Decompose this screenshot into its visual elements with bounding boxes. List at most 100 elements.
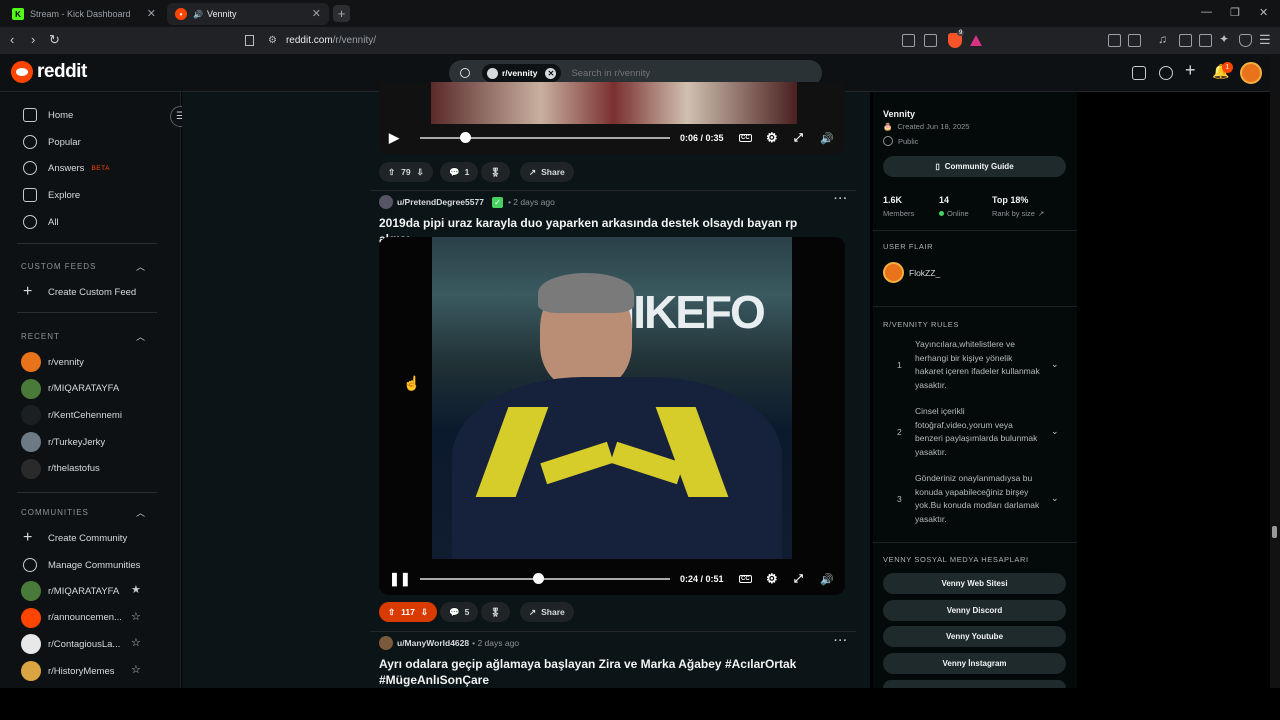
manage-communities-button[interactable]: Manage Communities <box>23 556 140 574</box>
leo-ai-icon[interactable]: ✦ <box>1219 32 1229 46</box>
post2-video[interactable]: NIKEFO ❚❚ 0:24 / 0:51 CC ⚙ ⤢ 🔊 <box>379 237 845 595</box>
sidebar-community-item[interactable]: r/announcemen... <box>21 607 122 628</box>
search-community-chip[interactable]: r/vennity ✕ <box>482 64 562 82</box>
external-link-icon[interactable]: ↗ <box>1038 209 1044 218</box>
bookmark-icon[interactable] <box>245 35 254 46</box>
sidebar-recent-item[interactable]: r/thelastofus <box>21 458 100 479</box>
star-filled-icon[interactable]: ★ <box>131 583 141 596</box>
user-avatar[interactable] <box>1240 62 1262 84</box>
post1-vote-button[interactable]: ⇧ 79 ⇩ <box>379 162 433 182</box>
communities-heading[interactable]: COMMUNITIES <box>21 508 89 517</box>
music-icon[interactable]: ♫ <box>1158 32 1167 46</box>
fullscreen-icon[interactable]: ⤢ <box>794 132 803 145</box>
back-icon[interactable]: ‹ <box>10 32 14 47</box>
star-outline-icon[interactable]: ☆ <box>131 663 141 676</box>
create-post-icon[interactable]: + <box>1185 60 1196 81</box>
reddit-logo[interactable]: reddit <box>11 61 87 83</box>
close-window-icon[interactable]: ✕ <box>1259 6 1268 19</box>
sidebar-community-item[interactable]: r/ContagiousLa... <box>21 634 120 655</box>
social-link-button[interactable]: Venny Web Sitesi <box>883 573 1066 594</box>
post2-seek-track[interactable] <box>420 578 670 580</box>
settings-gear-icon[interactable]: ⚙ <box>766 130 778 146</box>
cast-icon[interactable] <box>902 34 915 47</box>
upvote-icon[interactable]: ⇧ <box>388 607 395 618</box>
extensions-icon[interactable] <box>1108 34 1121 47</box>
close-icon[interactable]: ✕ <box>147 7 156 20</box>
community-guide-button[interactable]: ▯ Community Guide <box>883 156 1066 177</box>
post3-author[interactable]: u/ManyWorld4628 <box>397 638 469 648</box>
clear-chip-icon[interactable]: ✕ <box>545 67 557 79</box>
vpn-icon[interactable] <box>1239 34 1252 47</box>
sidebar-item-home[interactable]: Home <box>23 106 73 124</box>
post1-award-button[interactable]: 🎖 <box>481 162 510 182</box>
scrollbar-thumb[interactable] <box>1272 526 1277 538</box>
upvote-icon[interactable]: ⇧ <box>388 167 395 178</box>
chevron-down-icon[interactable]: ⌄ <box>1051 358 1059 372</box>
post2-share-button[interactable]: ↗ Share <box>520 602 574 622</box>
page-scrollbar[interactable] <box>1270 54 1280 688</box>
pause-icon[interactable]: ❚❚ <box>389 571 411 587</box>
volume-icon[interactable]: 🔊 <box>820 573 834 586</box>
chevron-up-icon[interactable]: ︿ <box>136 506 145 519</box>
sidebar-item-answers[interactable]: Answers BETA <box>23 159 110 177</box>
menu-icon[interactable]: ☰ <box>1259 32 1271 48</box>
sidebar-recent-item[interactable]: r/TurkeyJerky <box>21 432 105 453</box>
share-icon[interactable] <box>924 34 937 47</box>
chevron-down-icon[interactable]: ⌄ <box>1051 492 1059 506</box>
tab-vennity[interactable]: • 🔊 Vennity ✕ <box>167 3 329 25</box>
star-outline-icon[interactable]: ☆ <box>131 636 141 649</box>
post1-comments-button[interactable]: 💬 1 <box>440 162 479 182</box>
social-link-partial[interactable] <box>883 680 1066 688</box>
sidebar-recent-item[interactable]: r/vennity <box>21 352 84 372</box>
custom-feeds-heading[interactable]: CUSTOM FEEDS <box>21 262 96 271</box>
settings-gear-icon[interactable]: ⚙ <box>766 571 778 587</box>
post2-award-button[interactable]: 🎖 <box>481 602 510 622</box>
post2-vote-button[interactable]: ⇧ 117 ⇩ <box>379 602 437 622</box>
post1-seek-track[interactable] <box>420 137 670 139</box>
play-icon[interactable]: ▶ <box>389 130 399 146</box>
post1-seek-thumb[interactable] <box>460 132 471 143</box>
post1-video[interactable]: ▶ 0:06 / 0:35 CC ⚙ ⤢ 🔊 <box>379 82 845 154</box>
fullscreen-icon[interactable]: ⤢ <box>794 573 803 586</box>
social-link-button[interactable]: Venny Discord <box>883 599 1066 621</box>
create-community-button[interactable]: + Create Community <box>23 529 127 547</box>
post2-options-icon[interactable]: ··· <box>834 193 848 205</box>
post3-options-icon[interactable]: ··· <box>834 635 848 647</box>
author-avatar[interactable] <box>379 636 393 650</box>
post2-comments-button[interactable]: 💬 5 <box>440 602 479 622</box>
rule-item[interactable]: 2 Cinsel içerikli fotoğraf,video,yorum ve… <box>883 405 1066 465</box>
rule-item[interactable]: 1 Yayıncılara,whitelistlere ve herhangi b… <box>883 338 1066 398</box>
chevron-up-icon[interactable]: ︿ <box>136 330 145 343</box>
chat-icon[interactable] <box>1159 66 1173 80</box>
user-flair[interactable]: FlokZZ_ <box>883 262 940 283</box>
sidebar-item-popular[interactable]: Popular <box>23 133 81 151</box>
rewards-icon[interactable] <box>970 35 982 46</box>
social-link-button[interactable]: Venny Youtube <box>883 626 1066 648</box>
volume-icon[interactable]: 🔊 <box>820 132 834 145</box>
create-custom-feed-button[interactable]: + Create Custom Feed <box>23 283 136 301</box>
post2-seek-thumb[interactable] <box>532 573 544 584</box>
sidebar-recent-item[interactable]: r/KentCehennemi <box>21 405 122 426</box>
url-field[interactable]: ⚙ reddit.com/r/vennity/ <box>245 30 995 51</box>
sidebar-icon[interactable] <box>1179 34 1192 47</box>
sidebar-recent-item[interactable]: r/MIQARATAYFA <box>21 378 119 399</box>
author-avatar[interactable] <box>379 195 393 209</box>
new-tab-button[interactable]: + <box>333 5 350 22</box>
downvote-icon[interactable]: ⇩ <box>421 607 428 618</box>
tab-kick-dashboard[interactable]: K Stream - Kick Dashboard ✕ <box>4 3 164 25</box>
rule-item[interactable]: 3 Gönderiniz onaylanmadıysa bu konuda yap… <box>883 472 1066 532</box>
captions-icon[interactable]: CC <box>739 575 752 583</box>
close-icon[interactable]: ✕ <box>312 7 321 20</box>
site-info-icon[interactable]: ⚙ <box>268 35 277 46</box>
captions-icon[interactable]: CC <box>739 134 752 142</box>
maximize-icon[interactable]: ❐ <box>1230 6 1240 19</box>
screenshot-icon[interactable] <box>1128 34 1141 47</box>
advertise-icon[interactable] <box>1132 66 1146 80</box>
chevron-down-icon[interactable]: ⌄ <box>1051 425 1059 439</box>
social-link-button[interactable]: Venny İnstagram <box>883 653 1066 675</box>
search-input[interactable] <box>571 67 792 79</box>
sidebar-item-explore[interactable]: Explore <box>23 186 80 204</box>
sidebar-community-item[interactable]: r/HistoryMemes <box>21 661 115 682</box>
post3-title[interactable]: Ayrı odalara geçip ağlamaya başlayan Zir… <box>379 656 819 688</box>
post2-author[interactable]: u/PretendDegree5577 <box>397 197 484 207</box>
